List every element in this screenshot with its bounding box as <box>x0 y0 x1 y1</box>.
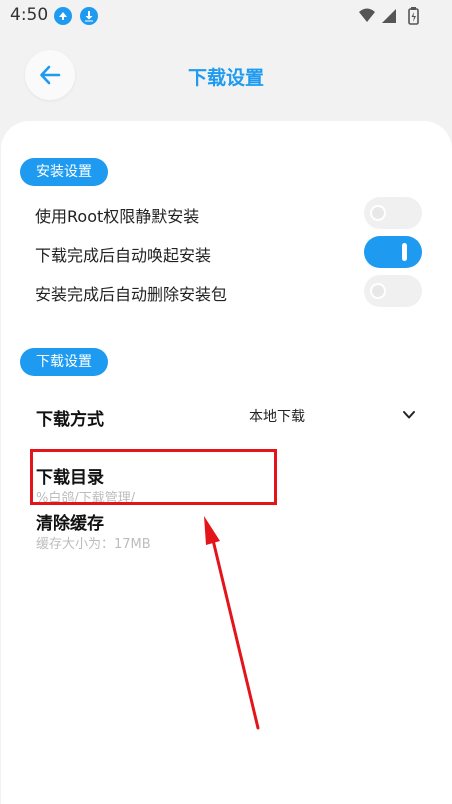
auto-delete-package-label: 安装完成后自动删除安装包 <box>35 285 228 304</box>
status-bar: 4:50 <box>0 0 452 32</box>
cache-size-text: 缓存大小为：17MB <box>36 537 151 552</box>
chevron-down-icon[interactable] <box>401 408 417 422</box>
toggle-knob <box>370 283 386 299</box>
screen: 4:50 下载设置 安装设置 使用Root权限静默安装 下载完成后自动唤起安装 … <box>0 0 452 804</box>
page-title: 下载设置 <box>187 67 264 89</box>
status-time: 4:50 <box>10 5 49 25</box>
auto-launch-install-toggle[interactable] <box>364 236 422 268</box>
auto-launch-install-label: 下载完成后自动唤起安装 <box>35 246 212 265</box>
clear-cache-title[interactable]: 清除缓存 <box>36 509 104 534</box>
annotation-highlight-box <box>30 449 277 505</box>
download-method-select[interactable]: 本地下载 <box>249 406 305 426</box>
root-silent-install-toggle[interactable] <box>364 197 422 229</box>
toggle-knob <box>402 243 407 261</box>
app-notification-icon <box>54 7 72 25</box>
root-silent-install-label: 使用Root权限静默安装 <box>35 207 200 226</box>
auto-delete-package-toggle[interactable] <box>364 275 422 307</box>
install-section-chip: 安装设置 <box>20 158 108 186</box>
download-section-chip: 下载设置 <box>20 348 108 376</box>
toggle-knob <box>370 205 386 221</box>
download-notification-icon <box>80 7 98 25</box>
system-status-icons <box>359 7 419 25</box>
download-method-title: 下载方式 <box>36 410 104 430</box>
